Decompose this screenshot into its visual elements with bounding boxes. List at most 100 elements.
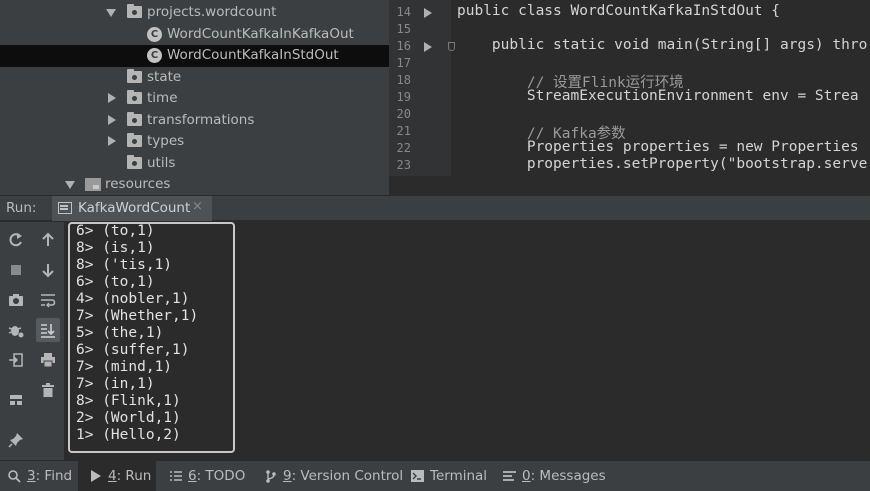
tree-item-transformations[interactable]: transformations <box>0 110 389 132</box>
run-gutter-icon[interactable] <box>424 42 432 52</box>
chevron-down-icon[interactable] <box>65 181 75 189</box>
tree-item-projects-wordcount[interactable]: projects.wordcount <box>0 2 389 24</box>
console-line: 8> (Flink,1) <box>76 393 181 409</box>
tree-item-state[interactable]: state <box>0 67 389 89</box>
package-folder-icon <box>127 133 142 147</box>
messages-shortcut: 0 <box>522 468 531 484</box>
tree-item-label: time <box>147 90 178 106</box>
run-icon <box>91 470 101 482</box>
scroll-to-end-button[interactable] <box>36 318 60 342</box>
stop-button[interactable] <box>4 258 28 282</box>
arrow-up-icon <box>42 232 54 246</box>
scroll-up-button[interactable] <box>36 228 60 252</box>
vcs-shortcut: 9 <box>283 468 292 484</box>
run-tool-label: : Run <box>116 468 152 484</box>
find-shortcut: 3 <box>27 468 36 484</box>
run-label: Run: <box>6 200 37 216</box>
console-line: 6> (to,1) <box>76 274 155 290</box>
line-number: 20 <box>396 107 411 121</box>
run-tab-kafkawordcount[interactable]: KafkaWordCount × <box>52 196 212 221</box>
tree-item-time[interactable]: time <box>0 88 389 110</box>
line-number: 19 <box>396 90 411 104</box>
version-control-tool-button[interactable]: 9: Version Control <box>265 461 403 491</box>
console-line: 7> (mind,1) <box>76 359 173 375</box>
java-class-icon: C <box>147 26 162 42</box>
thread-dump-button[interactable] <box>4 288 28 312</box>
package-folder-icon <box>127 154 142 169</box>
layout-button[interactable] <box>4 388 28 412</box>
rerun-icon <box>9 233 22 247</box>
console-line: 4> (nobler,1) <box>76 291 190 307</box>
run-gutter-icon[interactable] <box>424 8 432 18</box>
line-number: 16 <box>396 39 411 53</box>
tree-item-wordcountkafkainkafkaout[interactable]: C WordCountKafkaInKafkaOut <box>0 24 389 46</box>
camera-icon <box>9 294 23 306</box>
pin-button[interactable] <box>4 428 28 452</box>
todo-tool-button[interactable]: 6: TODO <box>170 461 245 491</box>
console-line: 5> (the,1) <box>76 325 164 341</box>
debug-settings-button[interactable] <box>4 318 28 342</box>
branch-icon <box>266 469 276 483</box>
tree-item-label: utils <box>147 154 176 171</box>
tool-window-bar: 3: Find 4: Run 6: TODO 9: Version Contro… <box>0 460 870 491</box>
todo-label: : TODO <box>196 468 246 484</box>
code-line: properties.setProperty("bootstrap.serve <box>457 156 868 172</box>
fold-icon[interactable] <box>448 42 455 51</box>
printer-icon <box>41 353 55 368</box>
resources-folder-icon <box>85 178 101 191</box>
run-tab-label: KafkaWordCount <box>78 200 191 216</box>
messages-tool-button[interactable]: 0: Messages <box>503 461 606 491</box>
editor-gutter: 14 15 16 17 18 19 20 21 22 23 <box>389 0 455 176</box>
exit-icon <box>9 353 23 367</box>
console-line: 2> (World,1) <box>76 410 181 426</box>
tree-item-label: state <box>147 68 182 85</box>
code-line: public class WordCountKafkaInStdOut { <box>457 3 781 19</box>
terminal-tool-button[interactable]: Terminal <box>411 461 487 491</box>
project-tree: projects.wordcount C WordCountKafkaInKaf… <box>0 0 389 195</box>
package-folder-icon <box>127 111 142 126</box>
console-line: 7> (Whether,1) <box>76 308 199 324</box>
line-number: 15 <box>396 22 411 36</box>
tree-item-wordcountkafkainstdout[interactable]: C WordCountKafkaInStdOut <box>0 45 389 67</box>
todo-shortcut: 6 <box>188 468 197 484</box>
line-number: 21 <box>396 124 411 138</box>
find-tool-button[interactable]: 3: Find <box>8 461 78 491</box>
close-icon[interactable]: × <box>192 199 203 214</box>
run-toolbar-primary <box>0 222 32 460</box>
run-toolbar-secondary <box>32 222 64 460</box>
terminal-icon <box>411 470 424 482</box>
messages-label: : Messages <box>530 468 606 484</box>
code-editor[interactable]: 14 15 16 17 18 19 20 21 22 23 public cla… <box>389 0 870 176</box>
print-button[interactable] <box>36 348 60 372</box>
run-tool-button[interactable]: 4: Run <box>78 461 156 491</box>
tree-item-utils[interactable]: utils <box>0 153 389 175</box>
line-number: 18 <box>396 73 411 87</box>
bug-gear-icon <box>8 326 24 338</box>
search-icon <box>8 469 21 483</box>
tree-item-label: WordCountKafkaInStdOut <box>167 47 339 63</box>
tree-item-label: WordCountKafkaInKafkaOut <box>167 25 354 42</box>
console-output[interactable]: 6> (to,1) 8> (is,1) 8> ('tis,1) 6> (to,1… <box>64 222 870 460</box>
console-line: 1> (Hello,2) <box>76 427 181 443</box>
soft-wrap-button[interactable] <box>36 288 60 312</box>
chevron-down-icon[interactable] <box>106 9 116 17</box>
rerun-button[interactable] <box>4 228 28 252</box>
vcs-label: : Version Control <box>291 468 404 484</box>
tree-item-resources[interactable]: resources <box>0 174 389 195</box>
tree-item-types[interactable]: types <box>0 131 389 153</box>
line-number: 23 <box>396 158 411 172</box>
console-line: 7> (in,1) <box>76 376 155 392</box>
chevron-right-icon[interactable] <box>108 114 116 125</box>
package-folder-icon <box>127 68 142 83</box>
scroll-down-button[interactable] <box>36 258 60 282</box>
chevron-right-icon[interactable] <box>108 136 116 146</box>
package-folder-icon <box>127 90 142 104</box>
clear-all-button[interactable] <box>36 378 60 402</box>
list-icon <box>170 471 182 481</box>
exit-button[interactable] <box>4 348 28 372</box>
chevron-right-icon[interactable] <box>108 93 116 103</box>
tree-item-label: transformations <box>147 111 255 128</box>
messages-icon <box>503 471 516 481</box>
run-shortcut: 4 <box>108 468 117 484</box>
tree-item-label: projects.wordcount <box>147 4 277 20</box>
